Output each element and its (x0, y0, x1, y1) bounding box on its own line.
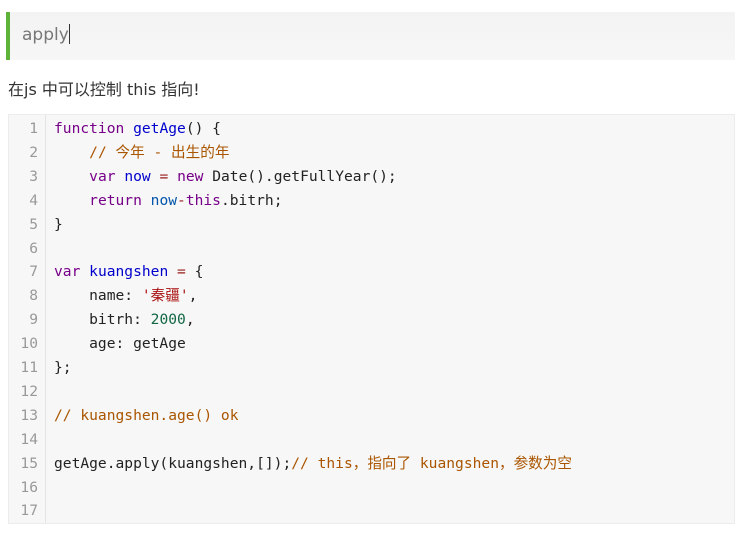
heading-text[interactable]: apply (22, 24, 70, 45)
plain-token: name: (54, 287, 142, 305)
plain-token: Date().getFullYear(); (203, 167, 397, 185)
line-number: 9 (29, 311, 38, 329)
comment-token: // 今年 - 出生的年 (89, 143, 230, 161)
keyword-token: this (185, 191, 221, 209)
comment-token: // kuangshen.age() ok (54, 406, 239, 424)
plain-token: age: getAge (54, 335, 186, 353)
line-number: 2 (29, 143, 38, 161)
code-text: } (54, 213, 63, 237)
number-token: 2000 (150, 311, 186, 329)
code-block[interactable]: 1 function getAge() { 2 // 今年 - 出生的年 3 var … (8, 114, 735, 524)
plain-token: }; (54, 359, 72, 376)
line-number: 14 (20, 430, 38, 448)
paragraph: 在js 中可以控制 this 指向! (8, 80, 200, 99)
keyword-token: new (177, 167, 204, 185)
code-text: age: getAge (54, 332, 186, 356)
code-text: bitrh: 2000, (54, 308, 195, 332)
plain-token: , (188, 287, 198, 305)
def-token: getAge (133, 120, 186, 137)
line-number: 7 (29, 263, 38, 281)
line-number: 4 (29, 191, 38, 209)
operator-token: = (177, 263, 186, 281)
def-token: kuangshen (89, 263, 169, 281)
line-number: 6 (29, 239, 38, 257)
code-text: // kuangshen.age() ok (54, 404, 239, 428)
line-number: 16 (20, 478, 38, 496)
def-token: now (124, 167, 151, 185)
code-text: return now-this.bitrh; (54, 189, 283, 213)
code-text: getAge.apply(kuangshen,[]);// this，指向了 k… (54, 452, 572, 476)
plain-token: getAge.apply(kuangshen,[]); (54, 454, 292, 472)
keyword-token: return (89, 191, 142, 209)
line-number: 12 (20, 382, 38, 400)
plain-token: , (185, 311, 195, 329)
plain-token: } (54, 215, 63, 233)
line-number: 15 (20, 454, 38, 472)
text-cursor (68, 24, 70, 44)
line-number: 17 (20, 502, 38, 520)
plain-token: () { (185, 120, 221, 137)
plain-token: bitrh: (54, 311, 151, 329)
line-number: 10 (20, 335, 38, 353)
line-number: 13 (20, 406, 38, 424)
line-number: 8 (29, 287, 38, 305)
string-token: '秦疆' (141, 287, 189, 305)
comment-token: // this，指向了 kuangshen，参数为空 (291, 454, 572, 472)
keyword-token: var (89, 167, 116, 185)
line-number: 11 (20, 359, 38, 376)
plain-token: { (185, 263, 204, 281)
line-number: 3 (29, 167, 38, 185)
keyword-token: var (54, 263, 81, 281)
line-number: 5 (29, 215, 38, 233)
section-heading[interactable]: apply (6, 12, 735, 60)
plain-token: .bitrh; (220, 191, 283, 209)
operator-token: = (159, 167, 169, 185)
keyword-token: function (54, 120, 125, 137)
code-text: // 今年 - 出生的年 (54, 141, 229, 165)
code-text: var now = new Date().getFullYear(); (54, 165, 397, 189)
code-text: name: '秦疆', (54, 284, 197, 308)
code-text: var kuangshen = { (54, 260, 203, 284)
code-text: }; (54, 356, 72, 380)
code-text: function getAge() { (54, 117, 221, 141)
operator-token: - (177, 191, 186, 209)
line-number: 1 (29, 120, 38, 137)
variable-token: now (150, 191, 178, 209)
